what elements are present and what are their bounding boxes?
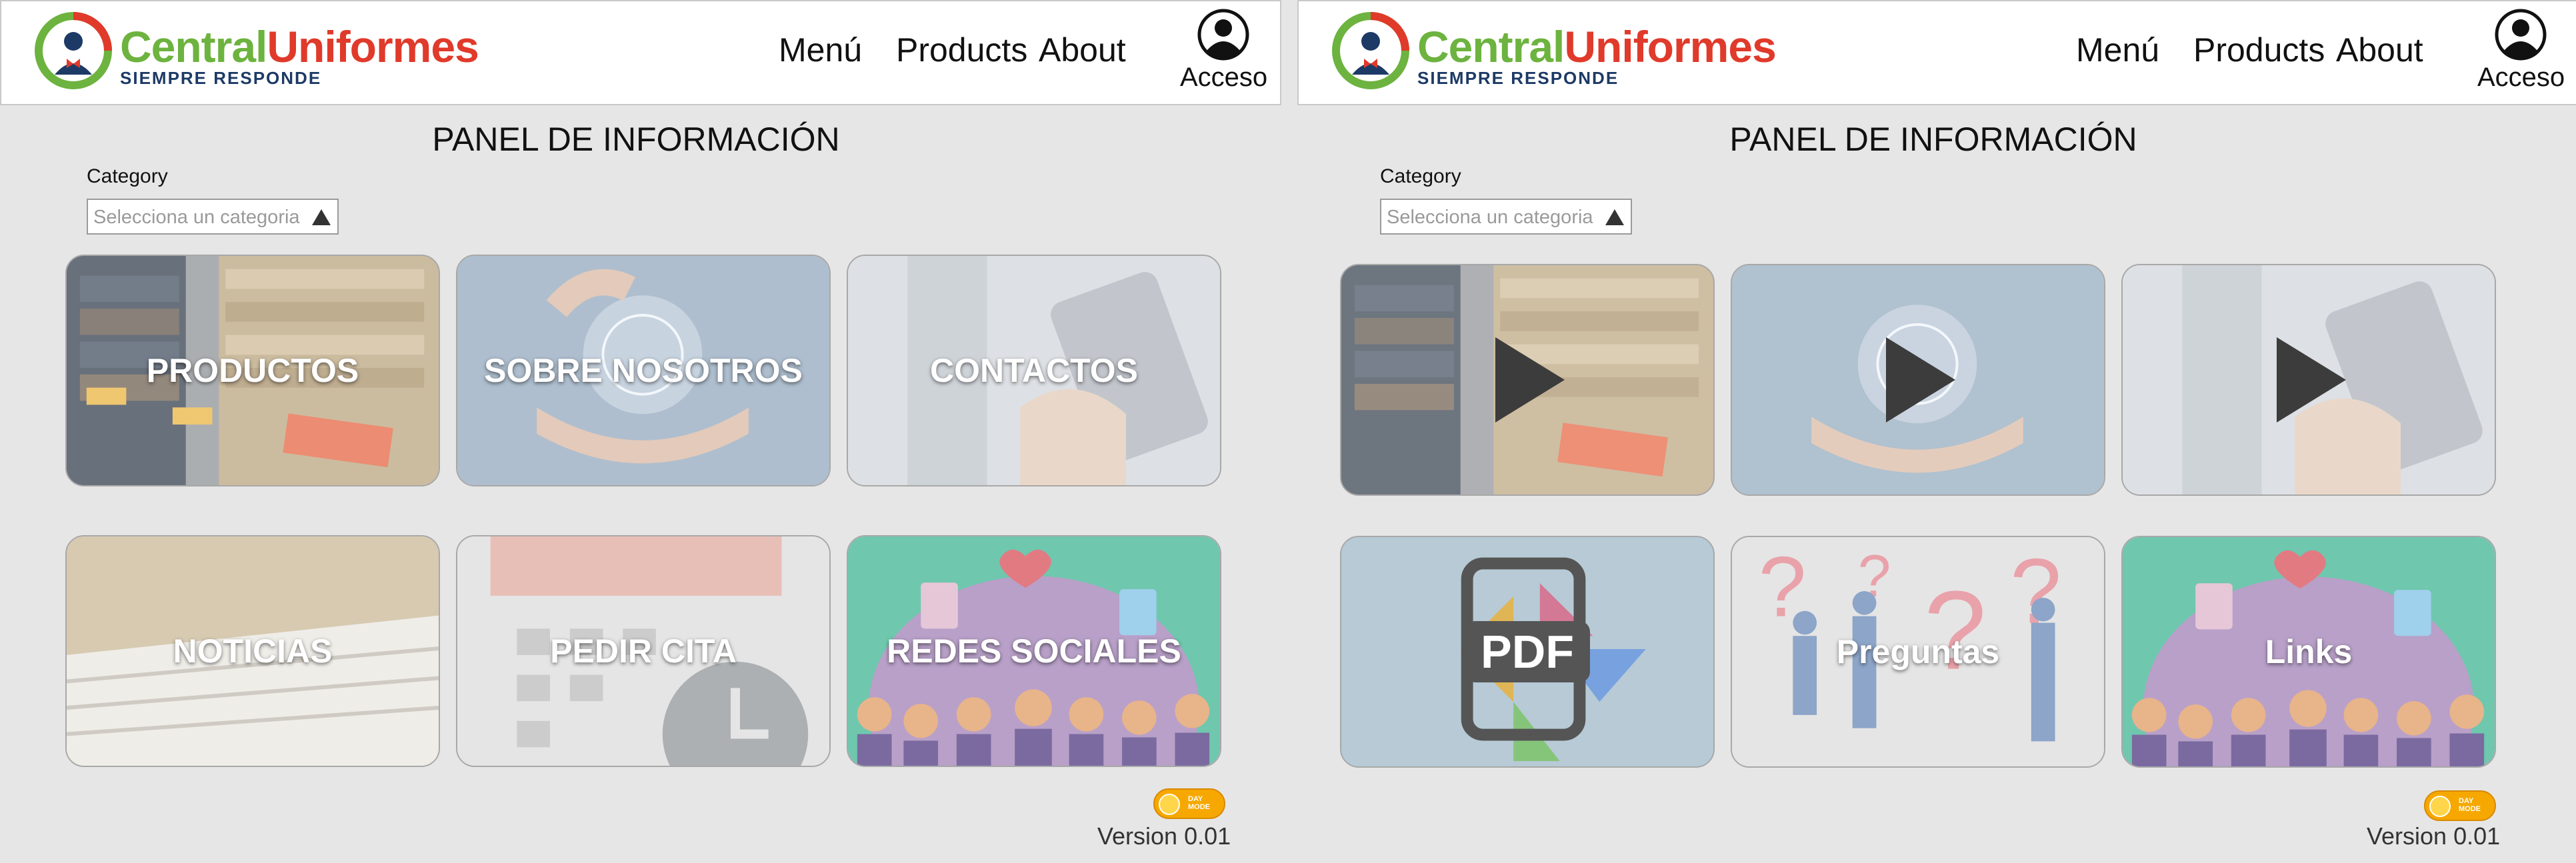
tile-contactos[interactable]: CONTACTOS: [847, 255, 1221, 486]
brand-tagline: SIEMPRE RESPONDE: [120, 68, 322, 88]
day-mode-toggle[interactable]: DAY MODE: [2424, 790, 2496, 821]
acceso-button[interactable]: Acceso: [2477, 8, 2565, 95]
tile-pdf[interactable]: PDF: [1340, 536, 1715, 768]
tile-redes-sociales[interactable]: REDES SOCIALES: [847, 535, 1221, 767]
tile-label: PRODUCTOS: [146, 352, 359, 389]
brand-name: CentralUniformes: [1417, 22, 1777, 71]
header: CentralUniformes SIEMPRE RESPONDE Menú P…: [0, 0, 1281, 105]
brand-logo[interactable]: CentralUniformes SIEMPRE RESPONDE: [35, 11, 501, 91]
acceso-button[interactable]: Acceso: [1180, 8, 1267, 95]
logo-mark-icon: [1332, 12, 1409, 89]
tile-links[interactable]: Links: [2121, 536, 2496, 768]
version-label: Version 0.01: [1097, 822, 1231, 850]
brand-name: CentralUniformes: [120, 22, 479, 71]
screen-right: CentralUniformes SIEMPRE RESPONDE Menú P…: [1297, 0, 2576, 863]
video-tile-productos[interactable]: [1340, 264, 1715, 496]
tile-label: CONTACTOS: [929, 352, 1139, 389]
version-label: Version 0.01: [2367, 822, 2501, 850]
tile-preguntas[interactable]: ? ? ? ? Preguntas: [1731, 536, 2105, 768]
nav-menu[interactable]: Menú: [2076, 31, 2159, 69]
tile-noticias[interactable]: NOTICIAS: [65, 535, 440, 767]
header: CentralUniformes SIEMPRE RESPONDE Menú P…: [1297, 0, 2576, 105]
category-select[interactable]: Selecciona un categoria: [87, 199, 339, 235]
category-placeholder: Selecciona un categoria: [93, 207, 300, 228]
user-icon: [1197, 9, 1249, 61]
nav-about[interactable]: About: [2336, 31, 2423, 69]
tile-label: Preguntas: [1836, 633, 2000, 670]
user-icon: [2495, 9, 2547, 61]
dropdown-arrow-icon: [1605, 209, 1624, 225]
tile-label: REDES SOCIALES: [887, 632, 1181, 670]
pdf-label: PDF: [1341, 537, 1713, 766]
category-label: Category: [87, 165, 168, 187]
tile-label: NOTICIAS: [173, 632, 333, 670]
play-icon: [1495, 337, 1565, 423]
video-tile-contactos[interactable]: [2121, 264, 2496, 496]
sun-icon: [2429, 796, 2451, 817]
mode-label: DAY MODE: [2459, 797, 2481, 813]
tile-sobre-nosotros[interactable]: SOBRE NOSOTROS: [456, 255, 831, 486]
acceso-label: Acceso: [1180, 63, 1268, 92]
tile-productos[interactable]: PRODUCTOS: [65, 255, 440, 486]
mode-label: DAY MODE: [1188, 795, 1210, 811]
acceso-label: Acceso: [2477, 63, 2565, 92]
sun-icon: [1159, 794, 1180, 815]
tile-pedir-cita[interactable]: PEDIR CITA: [456, 535, 831, 767]
logo-mark-icon: [35, 12, 112, 89]
dropdown-arrow-icon: [312, 209, 331, 225]
nav-products[interactable]: Products: [896, 31, 1027, 69]
play-icon: [2277, 337, 2346, 423]
day-mode-toggle[interactable]: DAY MODE: [1153, 788, 1225, 819]
video-tile-sobre-nosotros[interactable]: [1731, 264, 2105, 496]
category-select[interactable]: Selecciona un categoria: [1380, 199, 1632, 235]
tile-label: SOBRE NOSOTROS: [484, 352, 803, 389]
nav-menu[interactable]: Menú: [779, 31, 862, 69]
nav-products[interactable]: Products: [2193, 31, 2325, 69]
panel-title: PANEL DE INFORMACIÓN: [432, 121, 840, 158]
panel-title: PANEL DE INFORMACIÓN: [1729, 121, 2137, 158]
screen-left: CentralUniformes SIEMPRE RESPONDE Menú P…: [0, 0, 1281, 863]
brand-logo[interactable]: CentralUniformes SIEMPRE RESPONDE: [1332, 11, 1799, 91]
play-icon: [1886, 337, 1955, 423]
brand-tagline: SIEMPRE RESPONDE: [1417, 68, 1619, 88]
category-placeholder: Selecciona un categoria: [1387, 207, 1593, 228]
tile-label: PEDIR CITA: [550, 632, 737, 670]
nav-about[interactable]: About: [1039, 31, 1126, 69]
category-label: Category: [1380, 165, 1461, 187]
tile-label: Links: [2265, 633, 2353, 670]
